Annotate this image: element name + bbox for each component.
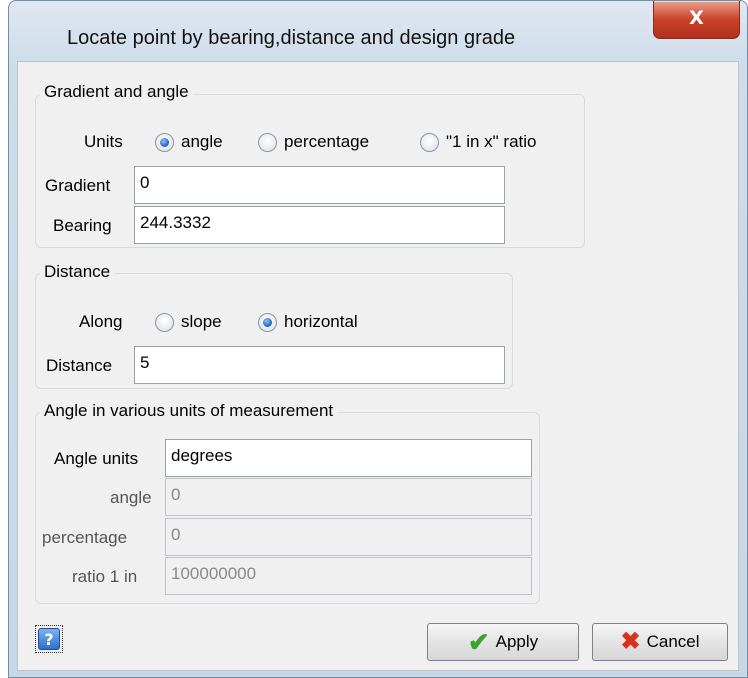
- help-button[interactable]: ?: [35, 625, 63, 653]
- distance-input[interactable]: 5: [134, 346, 505, 384]
- units-angle-radio[interactable]: [155, 133, 174, 152]
- angle-value-label: angle: [110, 488, 152, 507]
- angle-units-input[interactable]: degrees: [165, 439, 532, 477]
- units-ratio-label[interactable]: "1 in x" ratio: [446, 132, 537, 152]
- along-slope-radio[interactable]: [155, 313, 174, 332]
- units-percentage-label[interactable]: percentage: [284, 132, 369, 152]
- cancel-button[interactable]: ✖ Cancel: [592, 623, 728, 661]
- distance-label: Distance: [46, 356, 113, 375]
- close-icon: X: [689, 7, 704, 29]
- distance-legend: Distance: [40, 262, 115, 282]
- gradient-label: Gradient: [45, 176, 111, 195]
- along-slope-label[interactable]: slope: [181, 312, 222, 332]
- dialog-window: Locate point by bearing,distance and des…: [8, 0, 748, 678]
- bearing-input[interactable]: 244.3332: [134, 206, 505, 244]
- along-horizontal-radio[interactable]: [258, 313, 277, 332]
- bearing-label: Bearing: [53, 216, 112, 235]
- ratio-value-label: ratio 1 in: [72, 567, 138, 586]
- units-ratio-radio[interactable]: [420, 133, 439, 152]
- gradient-input[interactable]: 0: [134, 166, 505, 204]
- ratio-value-field: 100000000: [165, 557, 532, 595]
- close-button[interactable]: X: [653, 1, 740, 39]
- red-x-icon: ✖: [620, 628, 641, 655]
- percentage-value-field: 0: [165, 518, 532, 556]
- cancel-button-label: Cancel: [646, 632, 700, 651]
- window-title: Locate point by bearing,distance and des…: [67, 27, 516, 49]
- question-icon: ?: [38, 628, 60, 650]
- angle-value-field: 0: [165, 478, 532, 516]
- units-percentage-radio[interactable]: [258, 133, 277, 152]
- apply-button[interactable]: ✔ Apply: [427, 623, 579, 661]
- gradient-angle-legend: Gradient and angle: [40, 82, 193, 102]
- units-angle-label[interactable]: angle: [181, 132, 223, 152]
- angle-units-label: Angle units: [54, 449, 139, 468]
- apply-button-label: Apply: [495, 632, 539, 651]
- checkmark-icon: ✔: [467, 627, 490, 657]
- along-label: Along: [79, 312, 123, 331]
- dialog-client-area: Gradient and angle Units angle percentag…: [17, 61, 739, 671]
- angle-units-legend: Angle in various units of measurement: [40, 401, 338, 421]
- units-label: Units: [84, 132, 123, 151]
- along-horizontal-label[interactable]: horizontal: [284, 312, 358, 332]
- percentage-value-label: percentage: [42, 528, 128, 547]
